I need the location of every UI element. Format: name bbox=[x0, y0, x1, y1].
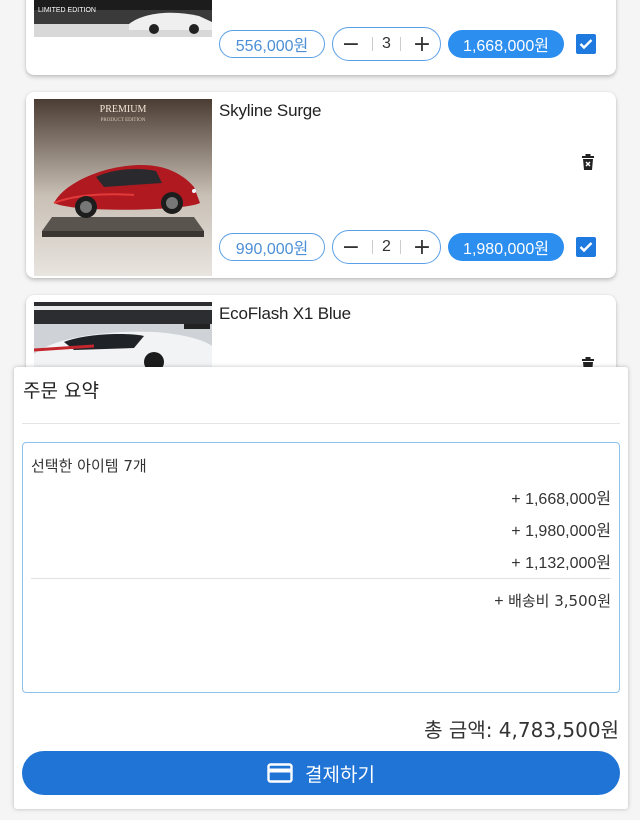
minus-icon[interactable]: − bbox=[339, 235, 363, 260]
shipping-fee: 배송비 3,500원 bbox=[508, 592, 611, 610]
cart-item-card: LIMITED EDITION 556,000원 − 3 + 1,668,000… bbox=[26, 0, 616, 75]
checkbox-checked-icon[interactable] bbox=[576, 237, 596, 257]
quantity-stepper: − 2 + bbox=[332, 230, 441, 264]
total-amount: 총 금액: 4,783,500원 bbox=[424, 718, 619, 742]
order-summary-panel: 주문 요약 선택한 아이템 7개 + 1,668,000원 + 1,980,00… bbox=[14, 367, 628, 809]
shipping-prefix: + bbox=[494, 593, 509, 610]
credit-card-icon bbox=[267, 763, 293, 783]
image-badge-text: PREMIUM bbox=[100, 104, 147, 115]
cart-item-card: PREMIUM PRODUCT EDITION Skyline Surge 99… bbox=[26, 92, 616, 278]
selected-items-count: 선택한 아이템 7개 bbox=[31, 457, 147, 475]
pay-button[interactable]: 결제하기 bbox=[22, 751, 620, 795]
unit-price: 556,000원 bbox=[219, 30, 325, 58]
divider bbox=[372, 37, 374, 51]
image-subtext: PRODUCT EDITION bbox=[101, 118, 146, 123]
quantity-value: 2 bbox=[382, 238, 391, 255]
divider bbox=[31, 578, 611, 579]
shipping-line: + 배송비 3,500원 bbox=[494, 590, 611, 611]
unit-price: 990,000원 bbox=[219, 233, 325, 261]
product-title: EcoFlash X1 Blue bbox=[219, 304, 351, 323]
summary-details-box: 선택한 아이템 7개 + 1,668,000원 + 1,980,000원 + 1… bbox=[22, 442, 620, 693]
image-badge-text: LIMITED EDITION bbox=[38, 7, 96, 14]
trash-icon[interactable] bbox=[580, 153, 596, 171]
product-image: PREMIUM PRODUCT EDITION bbox=[34, 99, 212, 276]
summary-title: 주문 요약 bbox=[23, 380, 99, 402]
plus-icon[interactable]: + bbox=[410, 32, 434, 57]
line-total: 1,980,000원 bbox=[448, 233, 564, 261]
summary-line: + 1,668,000원 bbox=[511, 491, 611, 508]
item-controls: 556,000원 − 3 + 1,668,000원 bbox=[219, 27, 596, 61]
line-total: 1,668,000원 bbox=[448, 30, 564, 58]
pay-button-label: 결제하기 bbox=[305, 763, 375, 786]
quantity-value: 3 bbox=[382, 35, 391, 52]
product-image: LIMITED EDITION bbox=[34, 0, 212, 37]
quantity-stepper: − 3 + bbox=[332, 27, 441, 61]
summary-line: + 1,132,000원 bbox=[511, 555, 611, 572]
summary-line: + 1,980,000원 bbox=[511, 523, 611, 540]
product-title: Skyline Surge bbox=[219, 101, 322, 120]
divider bbox=[399, 240, 401, 254]
divider bbox=[372, 240, 374, 254]
divider bbox=[22, 423, 620, 424]
divider bbox=[399, 37, 401, 51]
checkbox-checked-icon[interactable] bbox=[576, 34, 596, 54]
minus-icon[interactable]: − bbox=[339, 32, 363, 57]
plus-icon[interactable]: + bbox=[410, 235, 434, 260]
item-controls: 990,000원 − 2 + 1,980,000원 bbox=[219, 230, 596, 264]
